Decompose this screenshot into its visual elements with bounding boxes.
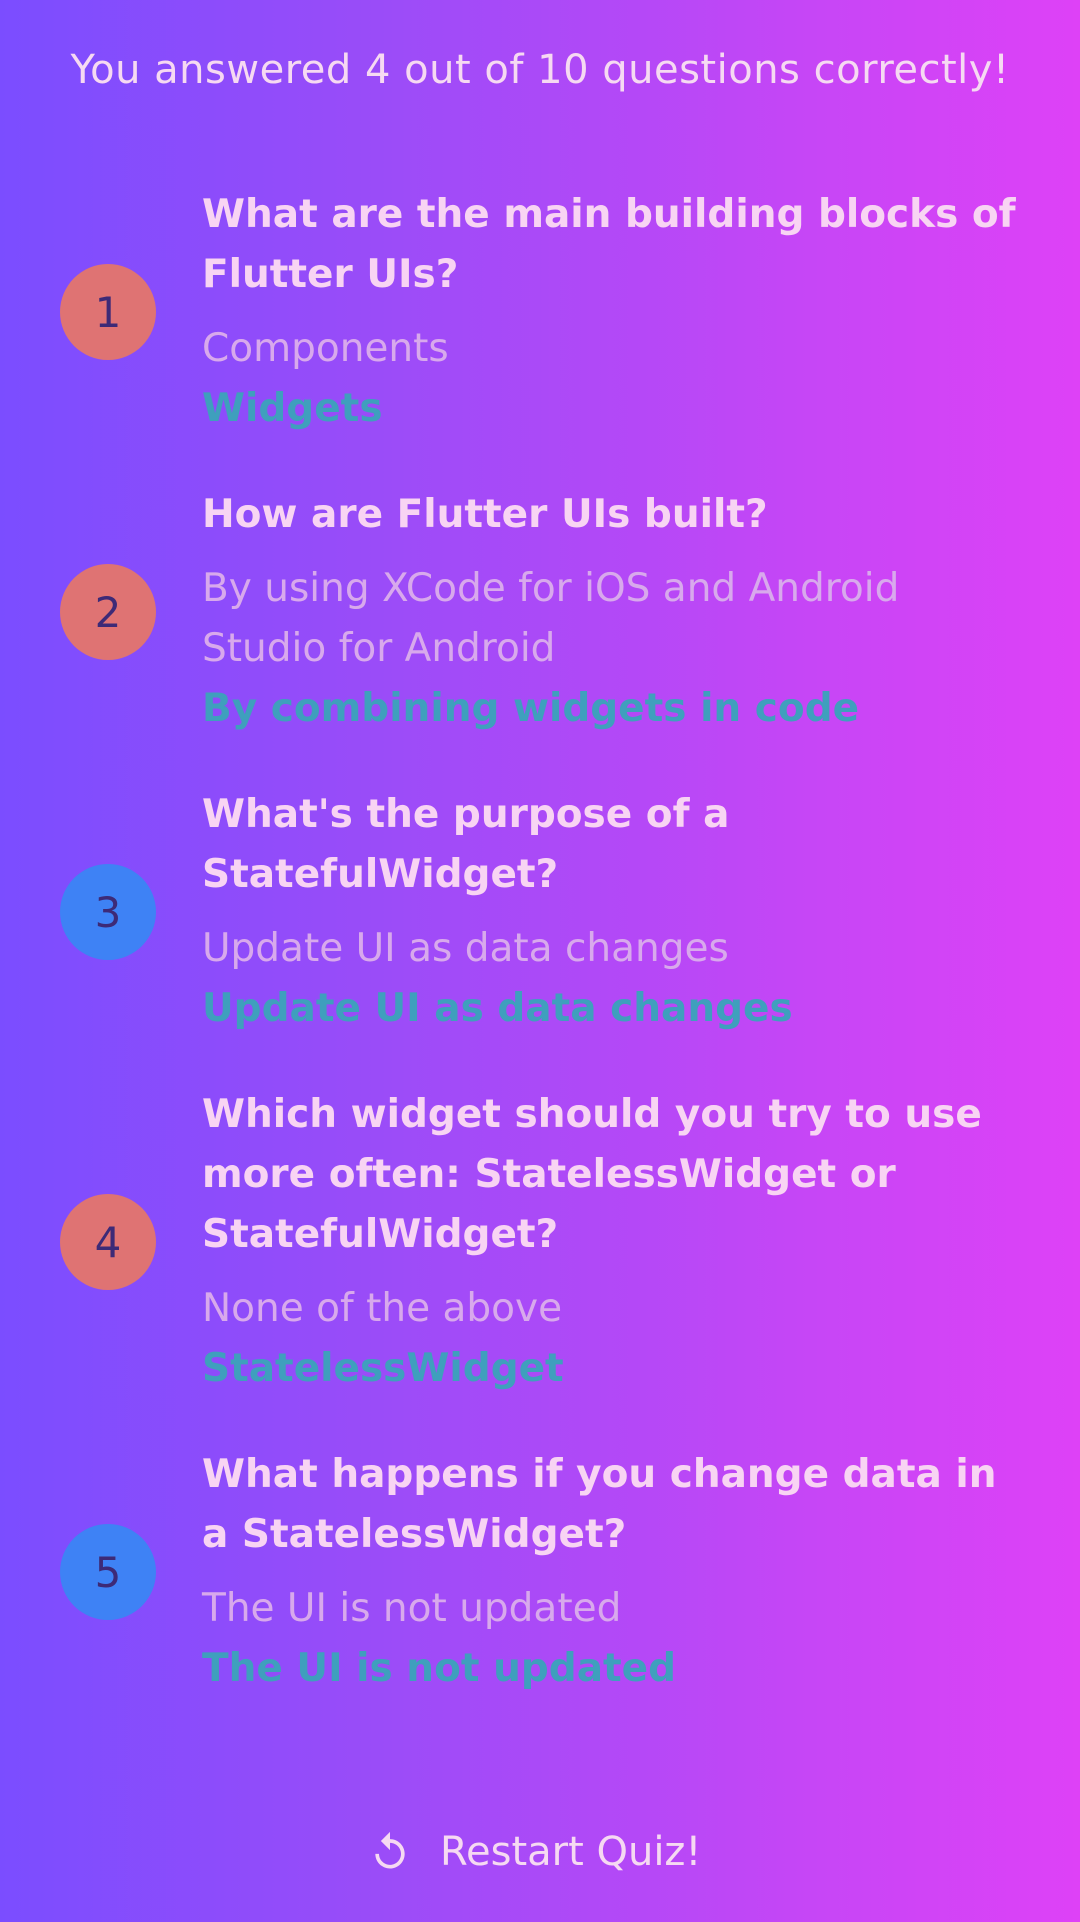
question-text: Which widget should you try to use more … — [202, 1092, 982, 1257]
user-answer: By using XCode for iOS and Android Studi… — [202, 566, 900, 671]
list-item: 1 What are the main building blocks of F… — [0, 185, 1080, 439]
correct-answer: Update UI as data changes — [202, 986, 793, 1031]
question-text: What's the purpose of a StatefulWidget? — [202, 792, 730, 897]
question-index-badge: 4 — [60, 1194, 156, 1290]
user-answer: Components — [202, 326, 449, 371]
restart-quiz-button[interactable]: Restart Quiz! — [368, 1820, 701, 1884]
result-text: What are the main building blocks of Flu… — [202, 185, 1080, 439]
question-index-badge: 2 — [60, 564, 156, 660]
result-text: Which widget should you try to use more … — [202, 1085, 1080, 1399]
list-item: 4 Which widget should you try to use mor… — [0, 1085, 1080, 1399]
question-text: What happens if you change data in a Sta… — [202, 1452, 997, 1557]
result-text: What's the purpose of a StatefulWidget? … — [202, 785, 1080, 1039]
results-list[interactable]: 1 What are the main building blocks of F… — [0, 185, 1080, 1690]
question-text: What are the main building blocks of Flu… — [202, 192, 1016, 297]
correct-answer: Widgets — [202, 386, 383, 431]
question-index-badge: 3 — [60, 864, 156, 960]
restart-button-label: Restart Quiz! — [440, 1829, 702, 1875]
restart-icon — [375, 1831, 405, 1869]
correct-answer: The UI is not updated — [202, 1646, 677, 1690]
list-item: 2 How are Flutter UIs built? By using XC… — [0, 485, 1080, 739]
list-item: 5 What happens if you change data in a S… — [0, 1445, 1080, 1690]
correct-answer: StatelessWidget — [202, 1346, 564, 1391]
question-text: How are Flutter UIs built? — [202, 492, 768, 537]
user-answer: Update UI as data changes — [202, 926, 729, 971]
question-index-badge: 5 — [60, 1524, 156, 1620]
question-index-badge: 1 — [60, 264, 156, 360]
list-item: 3 What's the purpose of a StatefulWidget… — [0, 785, 1080, 1039]
user-answer: The UI is not updated — [202, 1586, 622, 1631]
result-text: What happens if you change data in a Sta… — [202, 1445, 1080, 1690]
user-answer: None of the above — [202, 1286, 563, 1331]
correct-answer: By combining widgets in code — [202, 686, 860, 731]
result-text: How are Flutter UIs built? By using XCod… — [202, 485, 1080, 739]
summary-title: You answered 4 out of 10 questions corre… — [70, 47, 1010, 93]
